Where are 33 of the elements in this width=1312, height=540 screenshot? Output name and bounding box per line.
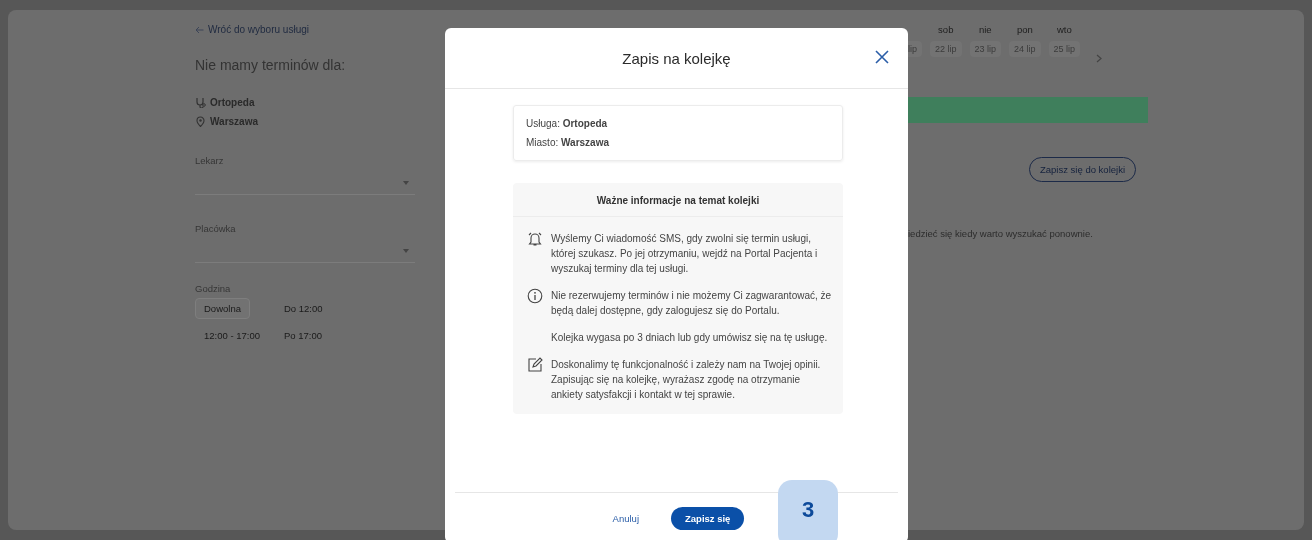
info-title: Ważne informacje na temat kolejki <box>513 183 843 217</box>
close-button[interactable] <box>874 49 890 65</box>
info-text: Nie rezerwujemy terminów i nie możemy Ci zagwarantować, że będą dalej dostępne, gdy zalogujesz się do Portalu. <box>551 289 833 318</box>
weekday-label: pon <box>1016 24 1033 35</box>
cancel-button[interactable]: Anuluj <box>608 508 643 528</box>
hour-option[interactable]: Dowolna <box>195 298 250 319</box>
criterion-label: Warszawa <box>210 116 258 127</box>
bell-icon <box>527 231 543 247</box>
criterion-label: Ortopeda <box>210 97 255 108</box>
summary-line: Miasto: Warszawa <box>526 137 610 148</box>
heading: Nie mamy terminów dla: <box>195 57 347 73</box>
caret-icon <box>403 181 409 185</box>
step-badge: 3 <box>778 480 838 540</box>
location-pin-icon <box>195 116 206 127</box>
stethoscope-icon <box>195 97 206 108</box>
info-icon <box>527 288 543 304</box>
weekday-label: sob <box>938 24 954 35</box>
chevron-right-icon <box>1096 54 1104 63</box>
confirm-button[interactable]: Zapisz się <box>671 506 745 530</box>
weekday-label: wto <box>1056 24 1072 35</box>
weekday-label: nie <box>978 24 992 35</box>
hour-option[interactable]: Do 12:00 <box>275 298 332 319</box>
info-text: Wyślemy Ci wiadomość SMS, gdy zwolni się termin usługi, której szukasz. Po jej otrzymaniu, wejdź na Portal Pacjenta i wyszukaj terminy dla tej usługi. <box>551 232 819 276</box>
info-text: Kolejka wygasa po 3 dniach lub gdy umówisz się na tę usługę. <box>551 331 828 345</box>
info-text: Doskonalimy tę funkcjonalność i zależy nam na Twojej opinii. Zapisując się na kolejkę, wyrażasz zgodę na otrzymanie ankiety satysfakcji i kontakt w tej sprawie. <box>551 358 822 402</box>
hour-option[interactable]: 12:00 - 17:00 <box>195 325 269 346</box>
dialog-title: Zapis na kolejkę <box>622 49 731 67</box>
summary-line: Usługa: Ortopeda <box>526 118 609 129</box>
arrow-left-icon <box>195 25 204 34</box>
caret-icon <box>403 249 409 253</box>
back-link[interactable]: Wróć do wyboru usługi <box>195 24 415 35</box>
hour-option[interactable]: Po 17:00 <box>275 325 332 346</box>
edit-icon <box>527 357 543 373</box>
